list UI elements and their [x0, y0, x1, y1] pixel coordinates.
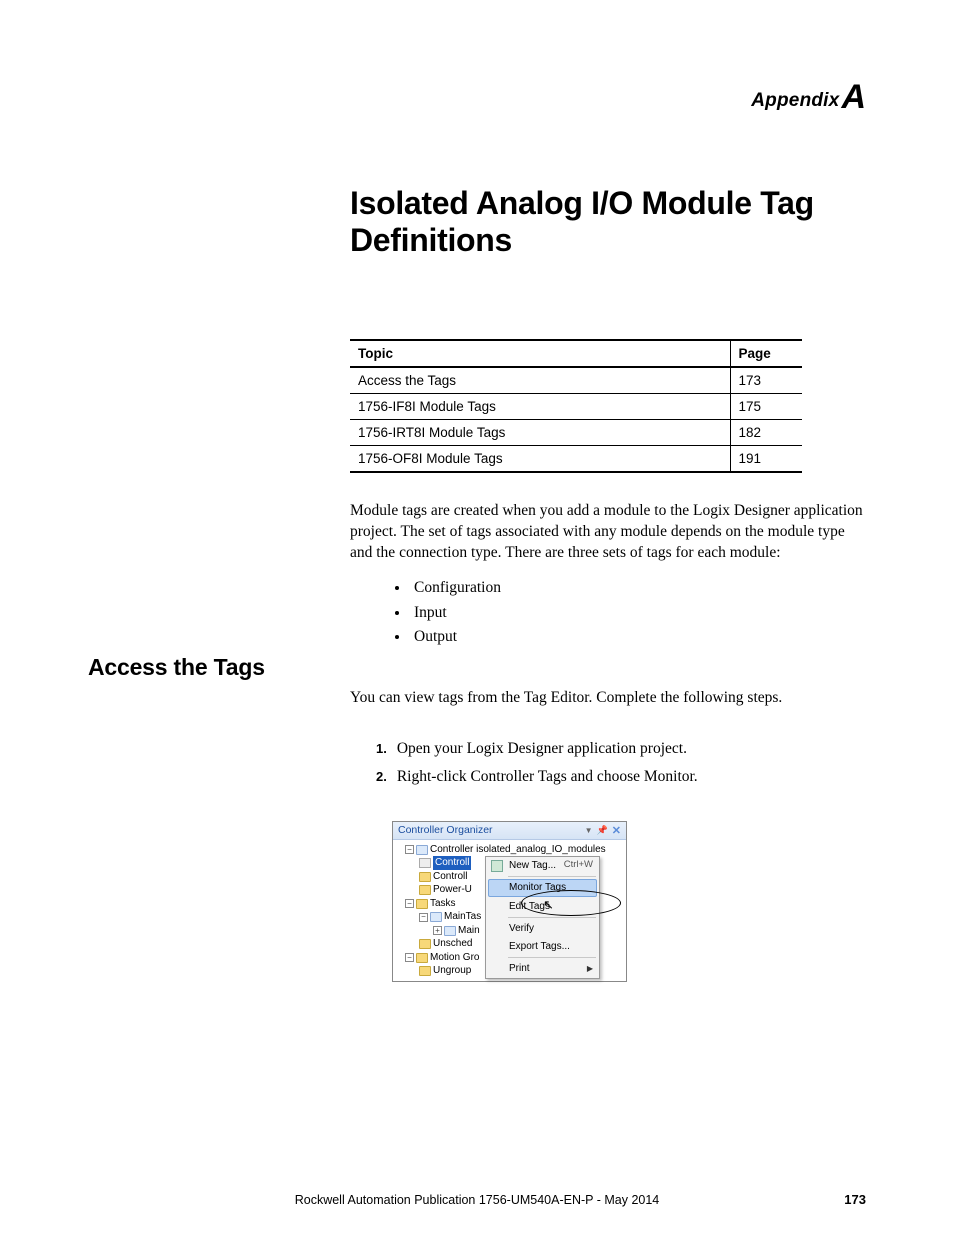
- menu-label: Print: [509, 962, 530, 976]
- toc-topic: 1756-IRT8I Module Tags: [350, 420, 730, 446]
- step-number: 2.: [376, 769, 387, 784]
- collapse-icon[interactable]: −: [405, 899, 414, 908]
- folder-icon: [419, 885, 431, 895]
- toc-topic: 1756-IF8I Module Tags: [350, 394, 730, 420]
- menu-label: New Tag...: [509, 859, 556, 873]
- menu-label: Verify: [509, 922, 534, 936]
- collapse-icon[interactable]: −: [405, 953, 414, 962]
- intro-paragraph: Module tags are created when you add a m…: [350, 501, 866, 564]
- footer-text: Rockwell Automation Publication 1756-UM5…: [0, 1193, 954, 1207]
- collapse-icon[interactable]: −: [405, 845, 414, 854]
- folder-icon: [416, 899, 428, 909]
- toc-page: 182: [730, 420, 802, 446]
- tree-label-selected: Controll: [433, 856, 471, 870]
- tree-view: − Controller isolated_analog_IO_modules C…: [393, 840, 626, 981]
- menu-label: Export Tags...: [509, 940, 570, 954]
- pin-icon[interactable]: 📌: [597, 825, 608, 836]
- list-item: Input: [410, 601, 866, 626]
- folder-icon: [430, 912, 442, 922]
- page: AppendixA Isolated Analog I/O Module Tag…: [0, 0, 954, 1235]
- table-row: 1756-OF8I Module Tags191: [350, 446, 802, 473]
- folder-icon: [419, 872, 431, 882]
- menu-separator: [508, 957, 596, 958]
- appendix-word: Appendix: [751, 90, 839, 111]
- menu-label: Edit Tags: [509, 900, 550, 914]
- step-text: Right-click Controller Tags and choose M…: [397, 768, 698, 785]
- col-topic: Topic: [350, 340, 730, 367]
- new-tag-icon: [491, 860, 503, 872]
- toc-page: 175: [730, 394, 802, 420]
- tree-label: MainTas: [444, 910, 481, 924]
- page-number: 173: [844, 1192, 866, 1207]
- collapse-icon[interactable]: −: [419, 913, 428, 922]
- toc-topic: 1756-OF8I Module Tags: [350, 446, 730, 473]
- tags-icon: [419, 858, 431, 868]
- menu-new-tag[interactable]: New Tag... Ctrl+W: [486, 857, 599, 875]
- close-icon[interactable]: ✕: [612, 824, 621, 837]
- col-page: Page: [730, 340, 802, 367]
- appendix-header: AppendixA: [88, 78, 866, 117]
- folder-icon: [419, 966, 431, 976]
- panel-title: Controller Organizer: [398, 824, 493, 836]
- table-row: Access the Tags173: [350, 367, 802, 394]
- tree-label: Tasks: [430, 897, 456, 911]
- tree-label: Main: [458, 924, 480, 938]
- table-row: 1756-IRT8I Module Tags182: [350, 420, 802, 446]
- step-item: 2. Right-click Controller Tags and choose…: [376, 763, 866, 791]
- tree-label: Power-U: [433, 883, 472, 897]
- panel-titlebar: Controller Organizer ▼ 📌 ✕: [393, 822, 626, 840]
- folder-icon: [416, 845, 428, 855]
- expand-icon[interactable]: +: [433, 926, 442, 935]
- menu-separator: [508, 917, 596, 918]
- tree-root[interactable]: − Controller isolated_analog_IO_modules: [397, 843, 624, 857]
- section-heading: Access the Tags: [88, 654, 265, 681]
- menu-shortcut: Ctrl+W: [564, 859, 593, 872]
- step-item: 1. Open your Logix Designer application p…: [376, 735, 866, 763]
- toc-table: Topic Page Access the Tags173 1756-IF8I …: [350, 339, 802, 473]
- menu-verify[interactable]: Verify: [486, 920, 599, 938]
- step-number: 1.: [376, 741, 387, 756]
- dropdown-icon[interactable]: ▼: [585, 826, 593, 835]
- folder-icon: [416, 953, 428, 963]
- page-title: Isolated Analog I/O Module Tag Definitio…: [350, 185, 866, 259]
- menu-label: Monitor Tags: [509, 881, 566, 895]
- menu-separator: [508, 876, 596, 877]
- tree-label: Controller isolated_analog_IO_modules: [430, 843, 606, 857]
- tree-label: Unsched: [433, 937, 472, 951]
- menu-print[interactable]: Print ▶: [486, 960, 599, 978]
- list-item: Output: [410, 625, 866, 650]
- panel-controls: ▼ 📌 ✕: [585, 824, 621, 837]
- toc-page: 173: [730, 367, 802, 394]
- controller-organizer-screenshot: Controller Organizer ▼ 📌 ✕ − Controller i…: [392, 821, 627, 982]
- appendix-letter: A: [841, 78, 866, 116]
- list-item: Configuration: [410, 576, 866, 601]
- content-column: Isolated Analog I/O Module Tag Definitio…: [350, 185, 866, 982]
- toc-page: 191: [730, 446, 802, 473]
- tree-label: Ungroup: [433, 964, 471, 978]
- menu-monitor-tags[interactable]: Monitor Tags: [488, 879, 597, 897]
- menu-edit-tags[interactable]: Edit Tags: [486, 898, 599, 916]
- tag-set-list: Configuration Input Output: [410, 576, 866, 650]
- menu-export-tags[interactable]: Export Tags...: [486, 938, 599, 956]
- submenu-arrow-icon: ▶: [587, 964, 593, 975]
- table-header-row: Topic Page: [350, 340, 802, 367]
- step-text: Open your Logix Designer application pro…: [397, 740, 687, 757]
- steps-list: 1. Open your Logix Designer application p…: [376, 735, 866, 791]
- section-intro: You can view tags from the Tag Editor. C…: [350, 688, 866, 709]
- tree-label: Motion Gro: [430, 951, 479, 965]
- toc-topic: Access the Tags: [350, 367, 730, 394]
- folder-icon: [444, 926, 456, 936]
- tree-label: Controll: [433, 870, 467, 884]
- table-row: 1756-IF8I Module Tags175: [350, 394, 802, 420]
- context-menu: New Tag... Ctrl+W Monitor Tags Edit Tags…: [485, 856, 600, 979]
- folder-icon: [419, 939, 431, 949]
